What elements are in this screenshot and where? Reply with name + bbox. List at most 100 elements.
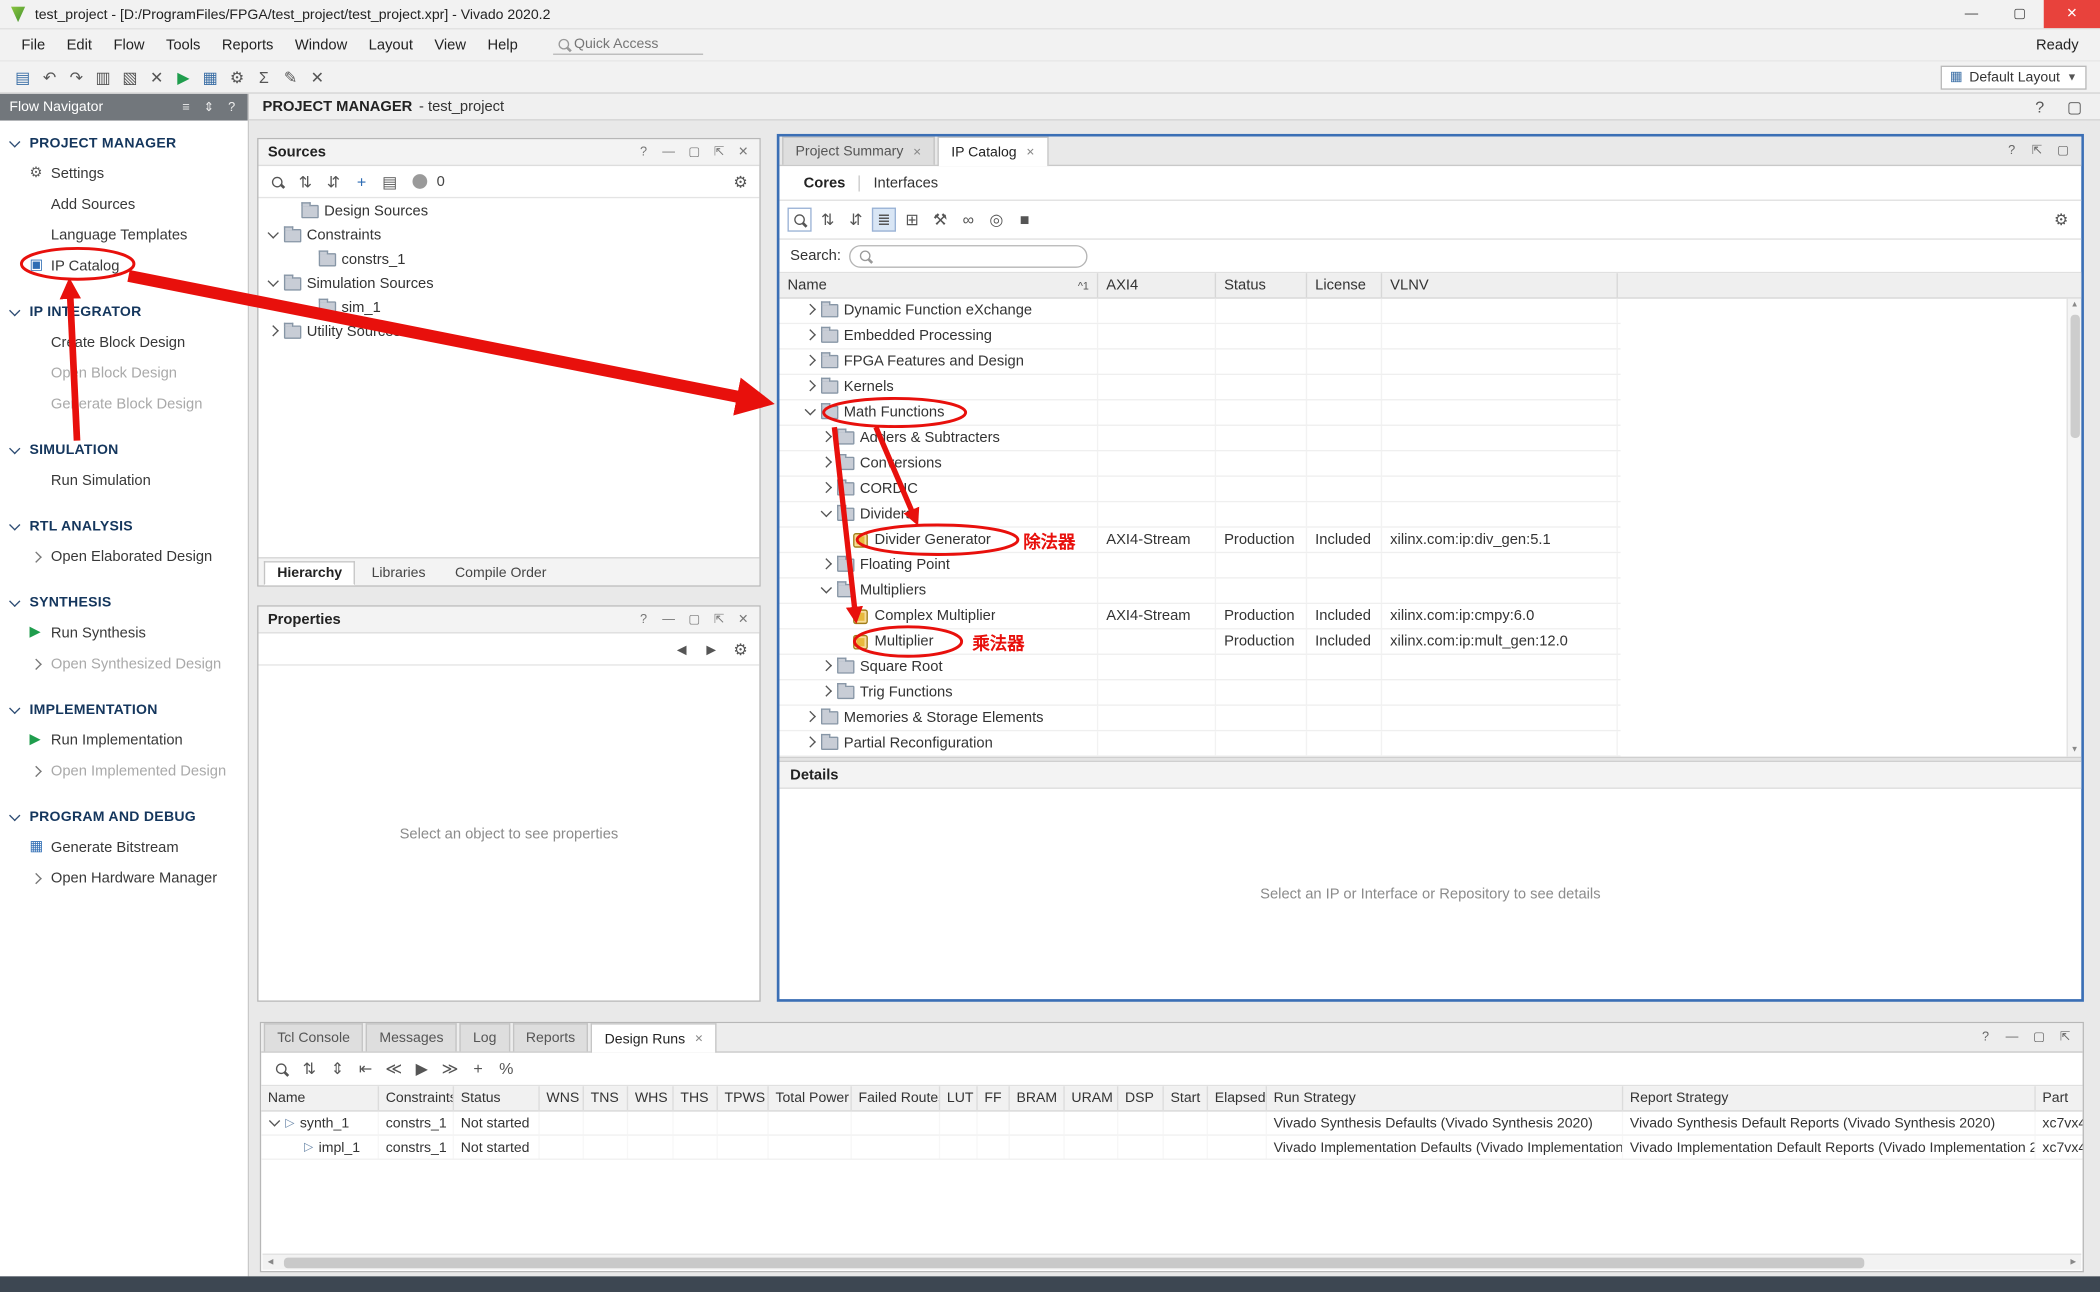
chevron-right-icon[interactable] [804, 379, 820, 395]
help-icon[interactable]: ? [637, 610, 650, 629]
minimize-icon[interactable]: — [2004, 1028, 2019, 1047]
column-header-vlnv[interactable]: VLNV [1382, 273, 1618, 297]
flow-section-header-ip-integrator[interactable]: IP INTEGRATOR [0, 297, 248, 326]
runs-column-start[interactable]: Start [1164, 1086, 1208, 1110]
customize-ip-icon[interactable]: ⚒ [928, 208, 952, 232]
runs-column-part[interactable]: Part [2036, 1086, 2083, 1110]
column-header-status[interactable]: Status [1216, 273, 1307, 297]
ip-row-partial-reconfiguration[interactable]: Partial Reconfiguration [779, 731, 1620, 756]
help-icon[interactable]: ? [2028, 94, 2052, 118]
menu-edit[interactable]: Edit [56, 37, 103, 53]
flow-section-header-rtl-analysis[interactable]: RTL ANALYSIS [0, 512, 248, 541]
sources-panel-header[interactable]: Sources ?—▢⇱✕ [258, 139, 759, 166]
design-run-impl-1[interactable]: ▷impl_1constrs_1Not startedVivado Implem… [261, 1136, 2082, 1160]
chevron-right-icon[interactable] [820, 455, 836, 471]
ip-row-trig-functions[interactable]: Trig Functions [779, 680, 1620, 705]
scroll-down-icon[interactable]: ▼ [2071, 743, 2079, 756]
go-to-start-icon[interactable]: ⇤ [354, 1057, 378, 1081]
vertical-scrollbar[interactable]: ▲ ▼ [2067, 299, 2082, 757]
ip-row-square-root[interactable]: Square Root [779, 655, 1620, 680]
help-icon[interactable]: ? [637, 143, 650, 162]
ip-row-embedded-processing[interactable]: Embedded Processing [779, 324, 1620, 349]
search-icon[interactable] [788, 208, 812, 232]
chevron-right-icon[interactable] [820, 684, 836, 700]
float-icon[interactable]: ⇱ [713, 610, 726, 629]
chevron-right-icon[interactable] [820, 430, 836, 446]
close-icon[interactable]: ✕ [737, 610, 750, 629]
runs-column-dsp[interactable]: DSP [1118, 1086, 1164, 1110]
properties-panel-header[interactable]: Properties ?—▢⇱✕ [258, 607, 759, 634]
expand-collapse-icon[interactable]: ⇕ [202, 98, 215, 117]
ip-row-adders-subtracters[interactable]: Adders & Subtracters [779, 426, 1620, 451]
float-icon[interactable]: ⇱ [713, 143, 726, 162]
menu-window[interactable]: Window [284, 37, 358, 53]
close-icon[interactable]: ✕ [913, 145, 922, 157]
menu-reports[interactable]: Reports [211, 37, 284, 53]
tab-reports[interactable]: Reports [513, 1023, 589, 1051]
tab-log[interactable]: Log [460, 1023, 510, 1051]
flow-item-language-templates[interactable]: Language Templates [0, 220, 248, 251]
scroll-up-icon[interactable]: ▲ [2071, 299, 2079, 312]
source-utility-sources[interactable]: Utility Sources [258, 320, 759, 344]
run-icon[interactable]: ▶ [171, 65, 195, 89]
minimize-icon[interactable]: — [661, 143, 676, 162]
flow-item-ip-catalog[interactable]: ▣IP Catalog [0, 250, 248, 281]
tab-ip-catalog[interactable]: IP Catalog✕ [938, 137, 1049, 166]
edit-icon[interactable]: ✎ [279, 65, 303, 89]
program-flow-icon[interactable]: ▦ [198, 65, 222, 89]
settings-icon[interactable]: ⚙ [2049, 208, 2073, 232]
settings-icon[interactable]: ⚙ [729, 637, 753, 661]
source-sim-1[interactable]: sim_1 [258, 296, 759, 320]
flow-item-run-simulation[interactable]: Run Simulation [0, 465, 248, 496]
runs-column-elapsed[interactable]: Elapsed [1208, 1086, 1267, 1110]
chevron-right-icon[interactable] [804, 354, 820, 370]
runs-column-name[interactable]: Name [261, 1086, 379, 1110]
open-file-icon[interactable]: ▤ [378, 169, 402, 193]
column-header-axi4[interactable]: AXI4 [1098, 273, 1216, 297]
flow-item-add-sources[interactable]: Add Sources [0, 189, 248, 220]
ip-row-cordic[interactable]: CORDIC [779, 477, 1620, 502]
sources-tab-hierarchy[interactable]: Hierarchy [264, 561, 356, 585]
chevron-right-icon[interactable] [820, 659, 836, 675]
step-forward-icon[interactable]: ≫ [438, 1057, 462, 1081]
source-constrs-1[interactable]: constrs_1 [258, 248, 759, 272]
show-details-icon[interactable]: ⊞ [900, 208, 924, 232]
chevron-right-icon[interactable] [820, 557, 836, 573]
add-sources-icon[interactable]: + [350, 169, 374, 193]
float-icon[interactable]: ⇱ [2058, 1028, 2071, 1047]
chevron-right-icon[interactable] [820, 481, 836, 497]
ip-row-dynamic-function-exchange[interactable]: Dynamic Function eXchange [779, 299, 1620, 324]
runs-column-tns[interactable]: TNS [584, 1086, 628, 1110]
menu-file[interactable]: File [11, 37, 56, 53]
expand-all-icon[interactable]: ⇵ [321, 169, 345, 193]
design-run-synth-1[interactable]: ▷synth_1constrs_1Not startedVivado Synth… [261, 1112, 2082, 1136]
expand-all-icon[interactable]: ⇵ [844, 208, 868, 232]
scroll-right-icon[interactable]: ► [2065, 1258, 2081, 1267]
close-icon[interactable]: ✕ [737, 143, 750, 162]
save-icon[interactable]: ▤ [11, 65, 35, 89]
layout-selector[interactable]: ▦ Default Layout ▼ [1941, 65, 2087, 89]
sum-icon[interactable]: Σ [252, 65, 276, 89]
chevron-down-icon[interactable] [268, 1115, 284, 1131]
scrollbar-thumb[interactable] [2070, 315, 2079, 438]
runs-column-report-strategy[interactable]: Report Strategy [1623, 1086, 2036, 1110]
chevron-down-icon[interactable] [267, 276, 283, 292]
maximize-icon[interactable]: ▢ [687, 143, 702, 162]
stop-icon[interactable]: ■ [1013, 208, 1037, 232]
add-icon[interactable]: + [466, 1057, 490, 1081]
source-constraints[interactable]: Constraints [258, 224, 759, 248]
column-header-name[interactable]: Name^1 [779, 273, 1098, 297]
forward-icon[interactable]: ► [699, 637, 723, 661]
play-icon[interactable]: ▶ [410, 1057, 434, 1081]
ip-search-input[interactable] [876, 248, 1064, 264]
search-icon[interactable] [265, 169, 289, 193]
close-icon[interactable]: ✕ [1026, 146, 1035, 158]
maximize-icon[interactable]: ▢ [2063, 94, 2087, 118]
column-header-license[interactable]: License [1307, 273, 1382, 297]
close-button[interactable]: ✕ [2044, 0, 2100, 28]
ip-row-multiplier[interactable]: MultiplierProductionIncludedxilinx.com:i… [779, 629, 1620, 654]
ip-row-floating-point[interactable]: Floating Point [779, 553, 1620, 578]
flow-item-create-block-design[interactable]: Create Block Design [0, 327, 248, 358]
minimize-icon[interactable]: — [661, 610, 676, 629]
ip-row-multipliers[interactable]: Multipliers [779, 579, 1620, 604]
